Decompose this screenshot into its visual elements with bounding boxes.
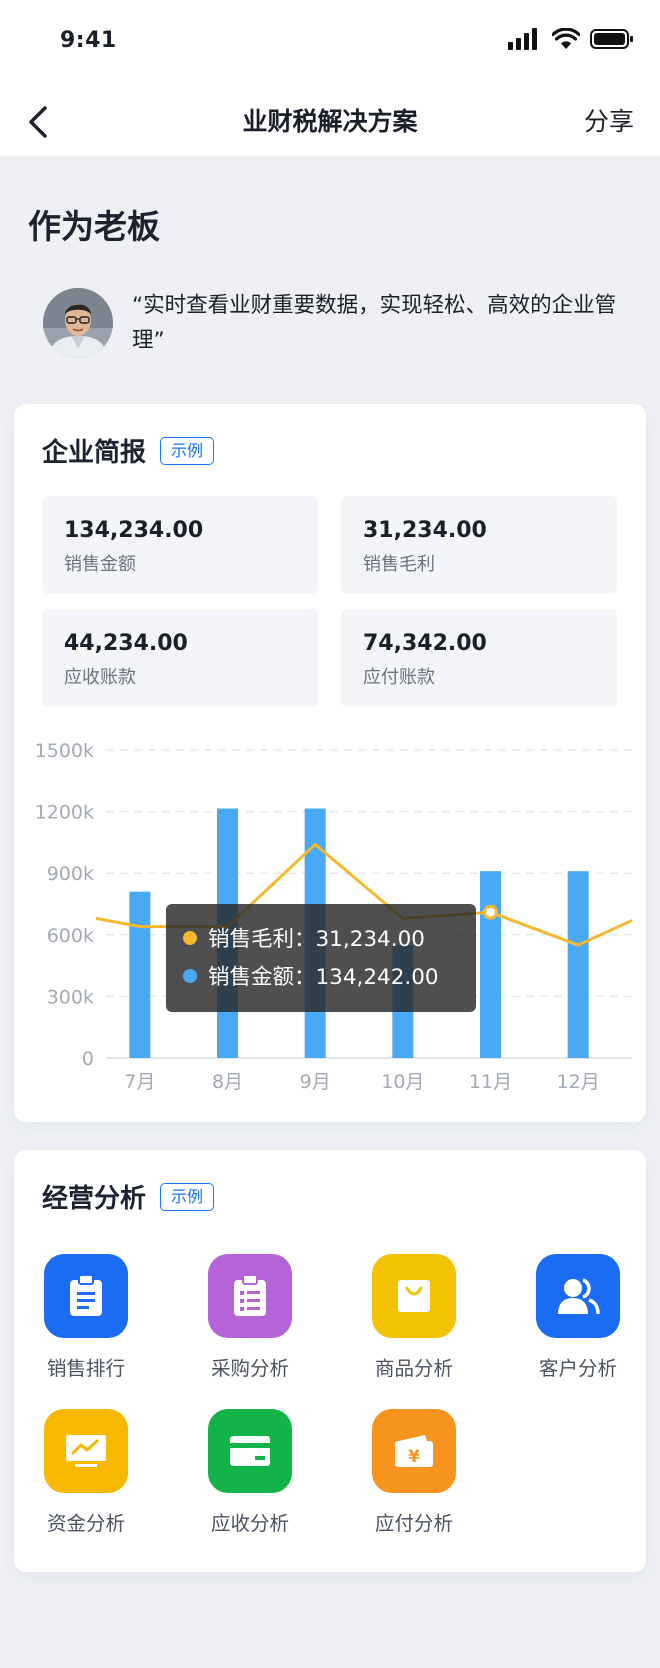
clipboard-icon [44, 1254, 128, 1338]
y-tick-label: 300k [47, 986, 94, 1008]
brief-header: 企业简报 示例 [42, 432, 215, 469]
stat-label: 销售毛利 [363, 554, 435, 575]
stat-label: 应付账款 [363, 667, 435, 688]
x-tick-label: 9月 [300, 1071, 331, 1093]
stat-receivables[interactable]: 44,234.00 应收账款 [42, 609, 318, 707]
analysis-title: 经营分析 [42, 1184, 147, 1214]
y-tick-label: 0 [82, 1048, 94, 1070]
shortcut-purchase-analysis[interactable]: 采购分析 [190, 1254, 310, 1381]
sample-tag: 示例 [160, 1182, 215, 1211]
shortcut-customer-analysis[interactable]: 客户分析 [518, 1254, 638, 1381]
battery-icon [590, 29, 633, 49]
shortcut-label: 销售排行 [46, 1357, 125, 1380]
shortcut-label: 应付分析 [374, 1512, 453, 1535]
trend-chart-icon [44, 1409, 128, 1493]
status-bar: 9:41 [0, 0, 660, 86]
stat-sales-amount[interactable]: 134,234.00 销售金额 [42, 496, 318, 594]
shortcut-receivable-analysis[interactable]: 应收分析 [190, 1409, 310, 1536]
shopping-bag-icon [372, 1254, 456, 1338]
stat-payables[interactable]: 74,342.00 应付账款 [341, 609, 617, 707]
card-icon [208, 1409, 292, 1493]
tooltip-text: 销售毛利：31,234.00 [208, 927, 425, 952]
stat-label: 应收账款 [64, 667, 136, 688]
section-title: 作为老板 [28, 207, 160, 246]
status-icons [508, 28, 634, 50]
stat-value: 134,234.00 [64, 518, 204, 543]
sales-chart[interactable]: 1500k 1200k 900k 600k 300k 0 7月 8月 9月 10月 11月 12月 销售… [14, 730, 646, 1100]
sample-tag: 示例 [160, 436, 215, 465]
stat-value: 31,234.00 [363, 518, 487, 543]
shortcut-label: 采购分析 [210, 1357, 289, 1380]
shortcut-fund-analysis[interactable]: 资金分析 [26, 1409, 146, 1536]
y-tick-label: 1200k [35, 802, 94, 824]
shortcut-label: 资金分析 [46, 1512, 125, 1535]
x-tick-label: 11月 [469, 1071, 512, 1093]
shortcut-label: 应收分析 [210, 1512, 289, 1535]
bar [567, 871, 589, 1058]
y-tick-label: 1500k [35, 740, 94, 762]
highlight-point [483, 904, 498, 920]
bar [129, 891, 151, 1058]
shortcut-label: 客户分析 [538, 1357, 617, 1380]
shortcut-product-analysis[interactable]: 商品分析 [354, 1254, 474, 1381]
nav-bar: 业财税解决方案 分享 [0, 86, 660, 156]
boss-quote: “实时查看业财重要数据，实现轻松、高效的企业管理” [132, 293, 617, 353]
y-tick-label: 600k [47, 925, 94, 947]
analysis-header: 经营分析 示例 [42, 1178, 215, 1215]
tooltip-dot [183, 931, 197, 945]
stat-gross-profit[interactable]: 31,234.00 销售毛利 [341, 496, 617, 594]
svg-text:¥: ¥ [408, 1447, 420, 1467]
x-tick-label: 7月 [124, 1071, 155, 1093]
stat-value: 74,342.00 [363, 631, 487, 656]
wifi-icon [552, 28, 580, 49]
x-tick-label: 10月 [381, 1071, 424, 1093]
shortcut-sales-ranking[interactable]: 销售排行 [26, 1254, 146, 1381]
stat-label: 销售金额 [64, 554, 136, 575]
tooltip-box [166, 904, 476, 1012]
shortcut-label: 商品分析 [374, 1357, 453, 1380]
x-tick-label: 12月 [557, 1071, 600, 1093]
avatar [43, 288, 113, 358]
boss-quote-block: “实时查看业财重要数据，实现轻松、高效的企业管理” [40, 286, 640, 366]
brief-title: 企业简报 [42, 438, 147, 468]
checklist-icon [208, 1254, 292, 1338]
bar [480, 871, 501, 1058]
y-tick-label: 900k [47, 863, 94, 885]
x-tick-label: 8月 [212, 1071, 243, 1093]
signal-icon [508, 28, 537, 50]
shortcut-payable-analysis[interactable]: ¥ 应付分析 [354, 1409, 474, 1536]
tooltip-text: 销售金额：134,242.00 [208, 965, 439, 990]
share-button[interactable]: 分享 [584, 102, 634, 138]
status-time: 9:41 [60, 28, 117, 53]
stat-value: 44,234.00 [64, 631, 188, 656]
tooltip-dot [183, 969, 197, 983]
users-icon [536, 1254, 620, 1338]
page-title: 业财税解决方案 [242, 107, 418, 136]
yen-wallet-icon: ¥ [372, 1409, 456, 1493]
